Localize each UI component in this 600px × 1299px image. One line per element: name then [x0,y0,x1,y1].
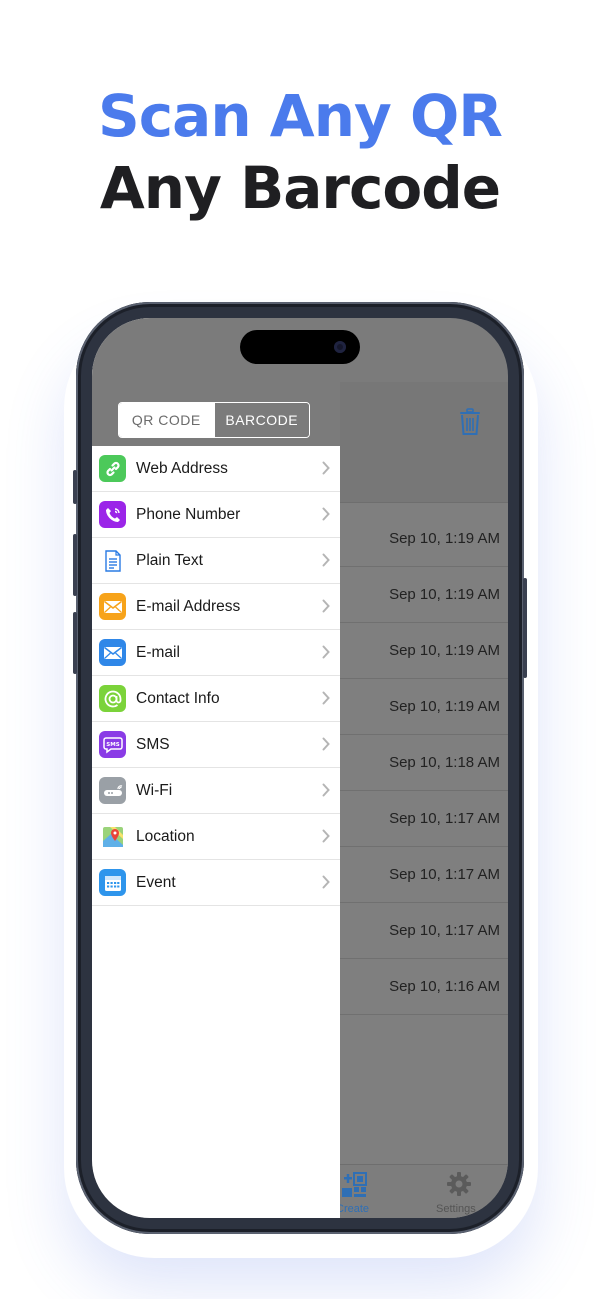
camera-lens [334,341,346,353]
menu-item-label: E-mail [136,644,180,661]
menu-item-label: Phone Number [136,506,241,523]
chevron-right-icon [322,783,330,797]
history-row[interactable]: Sep 10, 1:17 AM [340,846,508,903]
history-timestamp: Sep 10, 1:17 AM [389,810,500,827]
code-type-segmented-control: QR CODE BARCODE [118,402,310,438]
chevron-right-icon [322,875,330,889]
history-timestamp: Sep 10, 1:19 AM [389,642,500,659]
history-row[interactable]: Sep 10, 1:17 AM [340,902,508,959]
menu-item-label: Plain Text [136,552,203,569]
gear-icon[interactable] [446,1171,472,1197]
menu-item-label: Location [136,828,195,845]
document-icon [99,547,126,574]
history-timestamp: Sep 10, 1:17 AM [389,866,500,883]
create-drawer: QR CODE BARCODE Web Address Phone Number P… [92,318,340,1218]
menu-item-label: E-mail Address [136,598,241,615]
history-timestamp: Sep 10, 1:16 AM [389,978,500,995]
history-row[interactable]: Sep 10, 1:16 AM [340,958,508,1015]
history-row[interactable]: Sep 10, 1:19 AM [340,566,508,623]
menu-item-label: Event [136,874,176,891]
chevron-right-icon [322,737,330,751]
menu-item-label: Web Address [136,460,228,477]
phone-icon [99,501,126,528]
history-timestamp: Sep 10, 1:19 AM [389,698,500,715]
svg-text:SMS: SMS [106,742,119,748]
map-pin-icon [99,823,126,850]
segment-barcode[interactable]: BARCODE [213,403,309,437]
headline-secondary: Any Barcode [99,154,501,222]
chevron-right-icon [322,507,330,521]
wifi-router-icon [99,777,126,804]
menu-item-event[interactable]: Event [92,860,340,906]
history-row[interactable]: Sep 10, 1:19 AM [340,622,508,679]
phone-volume-down-button [73,612,77,674]
history-row[interactable]: Sep 10, 1:18 AM [340,734,508,791]
envelope-icon [99,639,126,666]
menu-item-wi-fi[interactable]: Wi-Fi [92,768,340,814]
chevron-right-icon [322,553,330,567]
phone-power-button [523,578,527,678]
history-view: Sep 10, 1:19 AM Sep 10, 1:19 AM Sep 10, 1:… [340,382,508,1218]
history-timestamp: Sep 10, 1:19 AM [389,530,500,547]
menu-item-phone-number[interactable]: Phone Number [92,492,340,538]
chevron-right-icon [322,599,330,613]
phone-screen: Sep 10, 1:19 AM Sep 10, 1:19 AM Sep 10, 1:… [92,318,508,1218]
envelope-icon [99,593,126,620]
dynamic-island [240,330,360,364]
menu-item-label: SMS [136,736,170,753]
menu-item-e-mail[interactable]: E-mail [92,630,340,676]
phone-volume-up-button [73,534,77,596]
tab-bar: Create Settings [336,1164,508,1218]
chevron-right-icon [322,645,330,659]
menu-item-e-mail-address[interactable]: E-mail Address [92,584,340,630]
history-row[interactable]: Sep 10, 1:17 AM [340,790,508,847]
link-icon [99,455,126,482]
trash-icon[interactable] [458,408,482,436]
history-timestamp: Sep 10, 1:17 AM [389,922,500,939]
at-sign-icon [99,685,126,712]
history-timestamp: Sep 10, 1:19 AM [389,586,500,603]
menu-item-plain-text[interactable]: Plain Text [92,538,340,584]
phone-action-button [73,470,77,504]
menu-item-location[interactable]: Location [92,814,340,860]
tab-settings-label[interactable]: Settings [436,1203,476,1215]
chevron-right-icon [322,691,330,705]
chevron-right-icon [322,461,330,475]
sms-bubble-icon: SMS [99,731,126,758]
create-type-menu: Web Address Phone Number Plain Text E-mail … [92,446,340,906]
menu-item-sms[interactable]: SMS SMS [92,722,340,768]
tab-create-label[interactable]: Create [336,1203,369,1215]
history-timestamp: Sep 10, 1:18 AM [389,754,500,771]
menu-item-label: Wi-Fi [136,782,173,799]
calendar-icon [99,869,126,896]
menu-item-contact-info[interactable]: Contact Info [92,676,340,722]
menu-item-web-address[interactable]: Web Address [92,446,340,492]
history-row[interactable]: Sep 10, 1:19 AM [340,510,508,567]
history-header [340,382,508,503]
history-row[interactable]: Sep 10, 1:19 AM [340,678,508,735]
headline-primary: Scan Any QR [98,82,503,150]
chevron-right-icon [322,829,330,843]
menu-item-label: Contact Info [136,690,220,707]
segment-qr-code[interactable]: QR CODE [119,403,214,437]
create-qr-icon[interactable] [340,1171,368,1199]
